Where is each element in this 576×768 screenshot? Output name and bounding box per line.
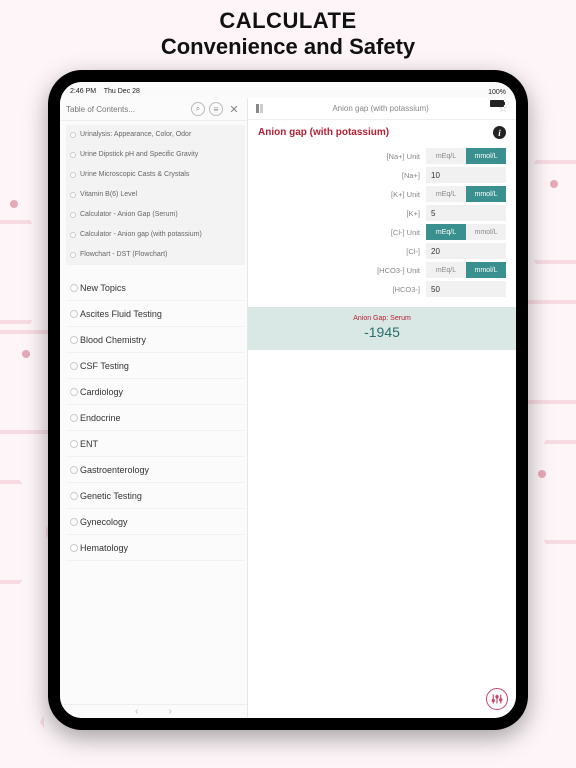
status-left: 2:46 PM Thu Dec 28	[70, 88, 140, 95]
toc-category[interactable]: Hematology	[66, 535, 245, 561]
unit-segmented-control[interactable]: mEq/Lmmol/L	[426, 224, 506, 240]
toc-category[interactable]: Blood Chemistry	[66, 327, 245, 353]
detail-pane: Anion gap (with potassium) ☆ Anion gap (…	[248, 98, 516, 718]
result-value: -1945	[248, 324, 516, 340]
filter-icon[interactable]: ≡	[209, 102, 223, 116]
calc-row: [Cl-] Unit mEq/Lmmol/L	[258, 224, 506, 240]
field-label: [Na+] Unit	[366, 152, 420, 161]
unit-option[interactable]: mEq/L	[426, 224, 466, 240]
unit-option[interactable]: mEq/L	[426, 262, 466, 278]
field-label: [K+] Unit	[366, 190, 420, 199]
detail-body: Anion gap (with potassium) i [Na+] Unit m…	[248, 120, 516, 718]
toc-category[interactable]: Gastroenterology	[66, 457, 245, 483]
calc-row: [HCO3-] 50	[258, 281, 506, 297]
sidebar-header: Table of Contents... ⌕ ≡ ✕	[60, 98, 247, 121]
toc-category[interactable]: Ascites Fluid Testing	[66, 301, 245, 327]
unit-option[interactable]: mmol/L	[466, 262, 506, 278]
detail-header: Anion gap (with potassium) ☆	[248, 98, 516, 120]
toc-subitem[interactable]: Urine Dipstick pH and Specific Gravity	[66, 145, 245, 165]
wifi-icon: ᯤ	[494, 82, 500, 85]
battery-icon	[490, 100, 504, 107]
headline-line2: Convenience and Safety	[0, 34, 576, 60]
calculator-rows: [Na+] UnitmEq/Lmmol/L[Na+]10[K+] UnitmEq…	[258, 148, 506, 297]
toc-subitem[interactable]: Urinalysis: Appearance, Color, Odor	[66, 125, 245, 145]
field-label: [HCO3-] Unit	[366, 266, 420, 275]
calc-row: [K+] Unit mEq/Lmmol/L	[258, 186, 506, 202]
screen: 2:46 PM Thu Dec 28 ᯤ 100% Table of Conte…	[60, 82, 516, 718]
toc-subitem[interactable]: Flowchart - DST (Flowchart)	[66, 245, 245, 265]
result-label: Anion Gap: Serum	[248, 315, 516, 322]
toc-category[interactable]: Cardiology	[66, 379, 245, 405]
status-right: ᯤ 100%	[488, 82, 506, 107]
sidebar-footer: ‹ ›	[60, 704, 247, 718]
toc-subitem[interactable]: Vitamin B(6) Level	[66, 185, 245, 205]
value-input[interactable]: 50	[426, 281, 506, 297]
toc-subitem[interactable]: Urine Microscopic Casts & Crystals	[66, 165, 245, 185]
field-label: [HCO3-]	[366, 285, 420, 294]
table-of-contents[interactable]: Urinalysis: Appearance, Color, OdorUrine…	[60, 121, 247, 704]
calc-row: [Na+] Unit mEq/Lmmol/L	[258, 148, 506, 164]
device-frame: 2:46 PM Thu Dec 28 ᯤ 100% Table of Conte…	[48, 70, 528, 730]
unit-option[interactable]: mEq/L	[426, 186, 466, 202]
unit-option[interactable]: mmol/L	[466, 148, 506, 164]
result-panel: Anion Gap: Serum -1945	[248, 307, 516, 350]
settings-fab[interactable]	[486, 688, 508, 710]
toc-subitem[interactable]: Calculator - Anion Gap (Serum)	[66, 205, 245, 225]
calc-row: [K+] 5	[258, 205, 506, 221]
promo-headline: CALCULATE Convenience and Safety	[0, 0, 576, 64]
unit-segmented-control[interactable]: mEq/Lmmol/L	[426, 262, 506, 278]
toc-category[interactable]: ENT	[66, 431, 245, 457]
unit-option[interactable]: mEq/L	[426, 148, 466, 164]
status-date: Thu Dec 28	[104, 88, 140, 95]
toc-subitem[interactable]: Calculator - Anion gap (with potassium)	[66, 225, 245, 245]
calc-row: [Cl-] 20	[258, 243, 506, 259]
value-input[interactable]: 10	[426, 167, 506, 183]
chevron-right-icon[interactable]: ›	[169, 706, 172, 717]
field-label: [Na+]	[366, 171, 420, 180]
search-icon[interactable]: ⌕	[191, 102, 205, 116]
unit-segmented-control[interactable]: mEq/Lmmol/L	[426, 186, 506, 202]
field-label: [K+]	[366, 209, 420, 218]
toc-category[interactable]: New Topics	[66, 275, 245, 301]
layout-toggle-icon[interactable]	[256, 104, 263, 113]
status-bar: 2:46 PM Thu Dec 28 ᯤ 100%	[60, 82, 516, 98]
headline-line1: CALCULATE	[0, 8, 576, 34]
sidebar: Table of Contents... ⌕ ≡ ✕ Urinalysis: A…	[60, 98, 248, 718]
calc-row: [Na+] 10	[258, 167, 506, 183]
field-label: [Cl-]	[366, 247, 420, 256]
chevron-left-icon[interactable]: ‹	[135, 706, 138, 717]
calculator: Anion gap (with potassium) i [Na+] Unit m…	[248, 120, 516, 350]
field-label: [Cl-] Unit	[366, 228, 420, 237]
calculator-title: Anion gap (with potassium)	[258, 127, 389, 138]
unit-option[interactable]: mmol/L	[466, 186, 506, 202]
split-panes: Table of Contents... ⌕ ≡ ✕ Urinalysis: A…	[60, 98, 516, 718]
toc-category[interactable]: Endocrine	[66, 405, 245, 431]
close-icon[interactable]: ✕	[227, 102, 241, 116]
info-icon[interactable]: i	[493, 126, 506, 139]
toc-category[interactable]: Gynecology	[66, 509, 245, 535]
unit-segmented-control[interactable]: mEq/Lmmol/L	[426, 148, 506, 164]
toc-category[interactable]: Genetic Testing	[66, 483, 245, 509]
battery-pct: 100%	[488, 89, 506, 96]
status-time: 2:46 PM	[70, 88, 96, 95]
value-input[interactable]: 20	[426, 243, 506, 259]
calc-row: [HCO3-] Unit mEq/Lmmol/L	[258, 262, 506, 278]
toc-category[interactable]: CSF Testing	[66, 353, 245, 379]
value-input[interactable]: 5	[426, 205, 506, 221]
detail-title: Anion gap (with potassium)	[269, 104, 492, 113]
calculator-title-row: Anion gap (with potassium) i	[258, 126, 506, 145]
unit-option[interactable]: mmol/L	[466, 224, 506, 240]
sidebar-title: Table of Contents...	[66, 105, 187, 114]
